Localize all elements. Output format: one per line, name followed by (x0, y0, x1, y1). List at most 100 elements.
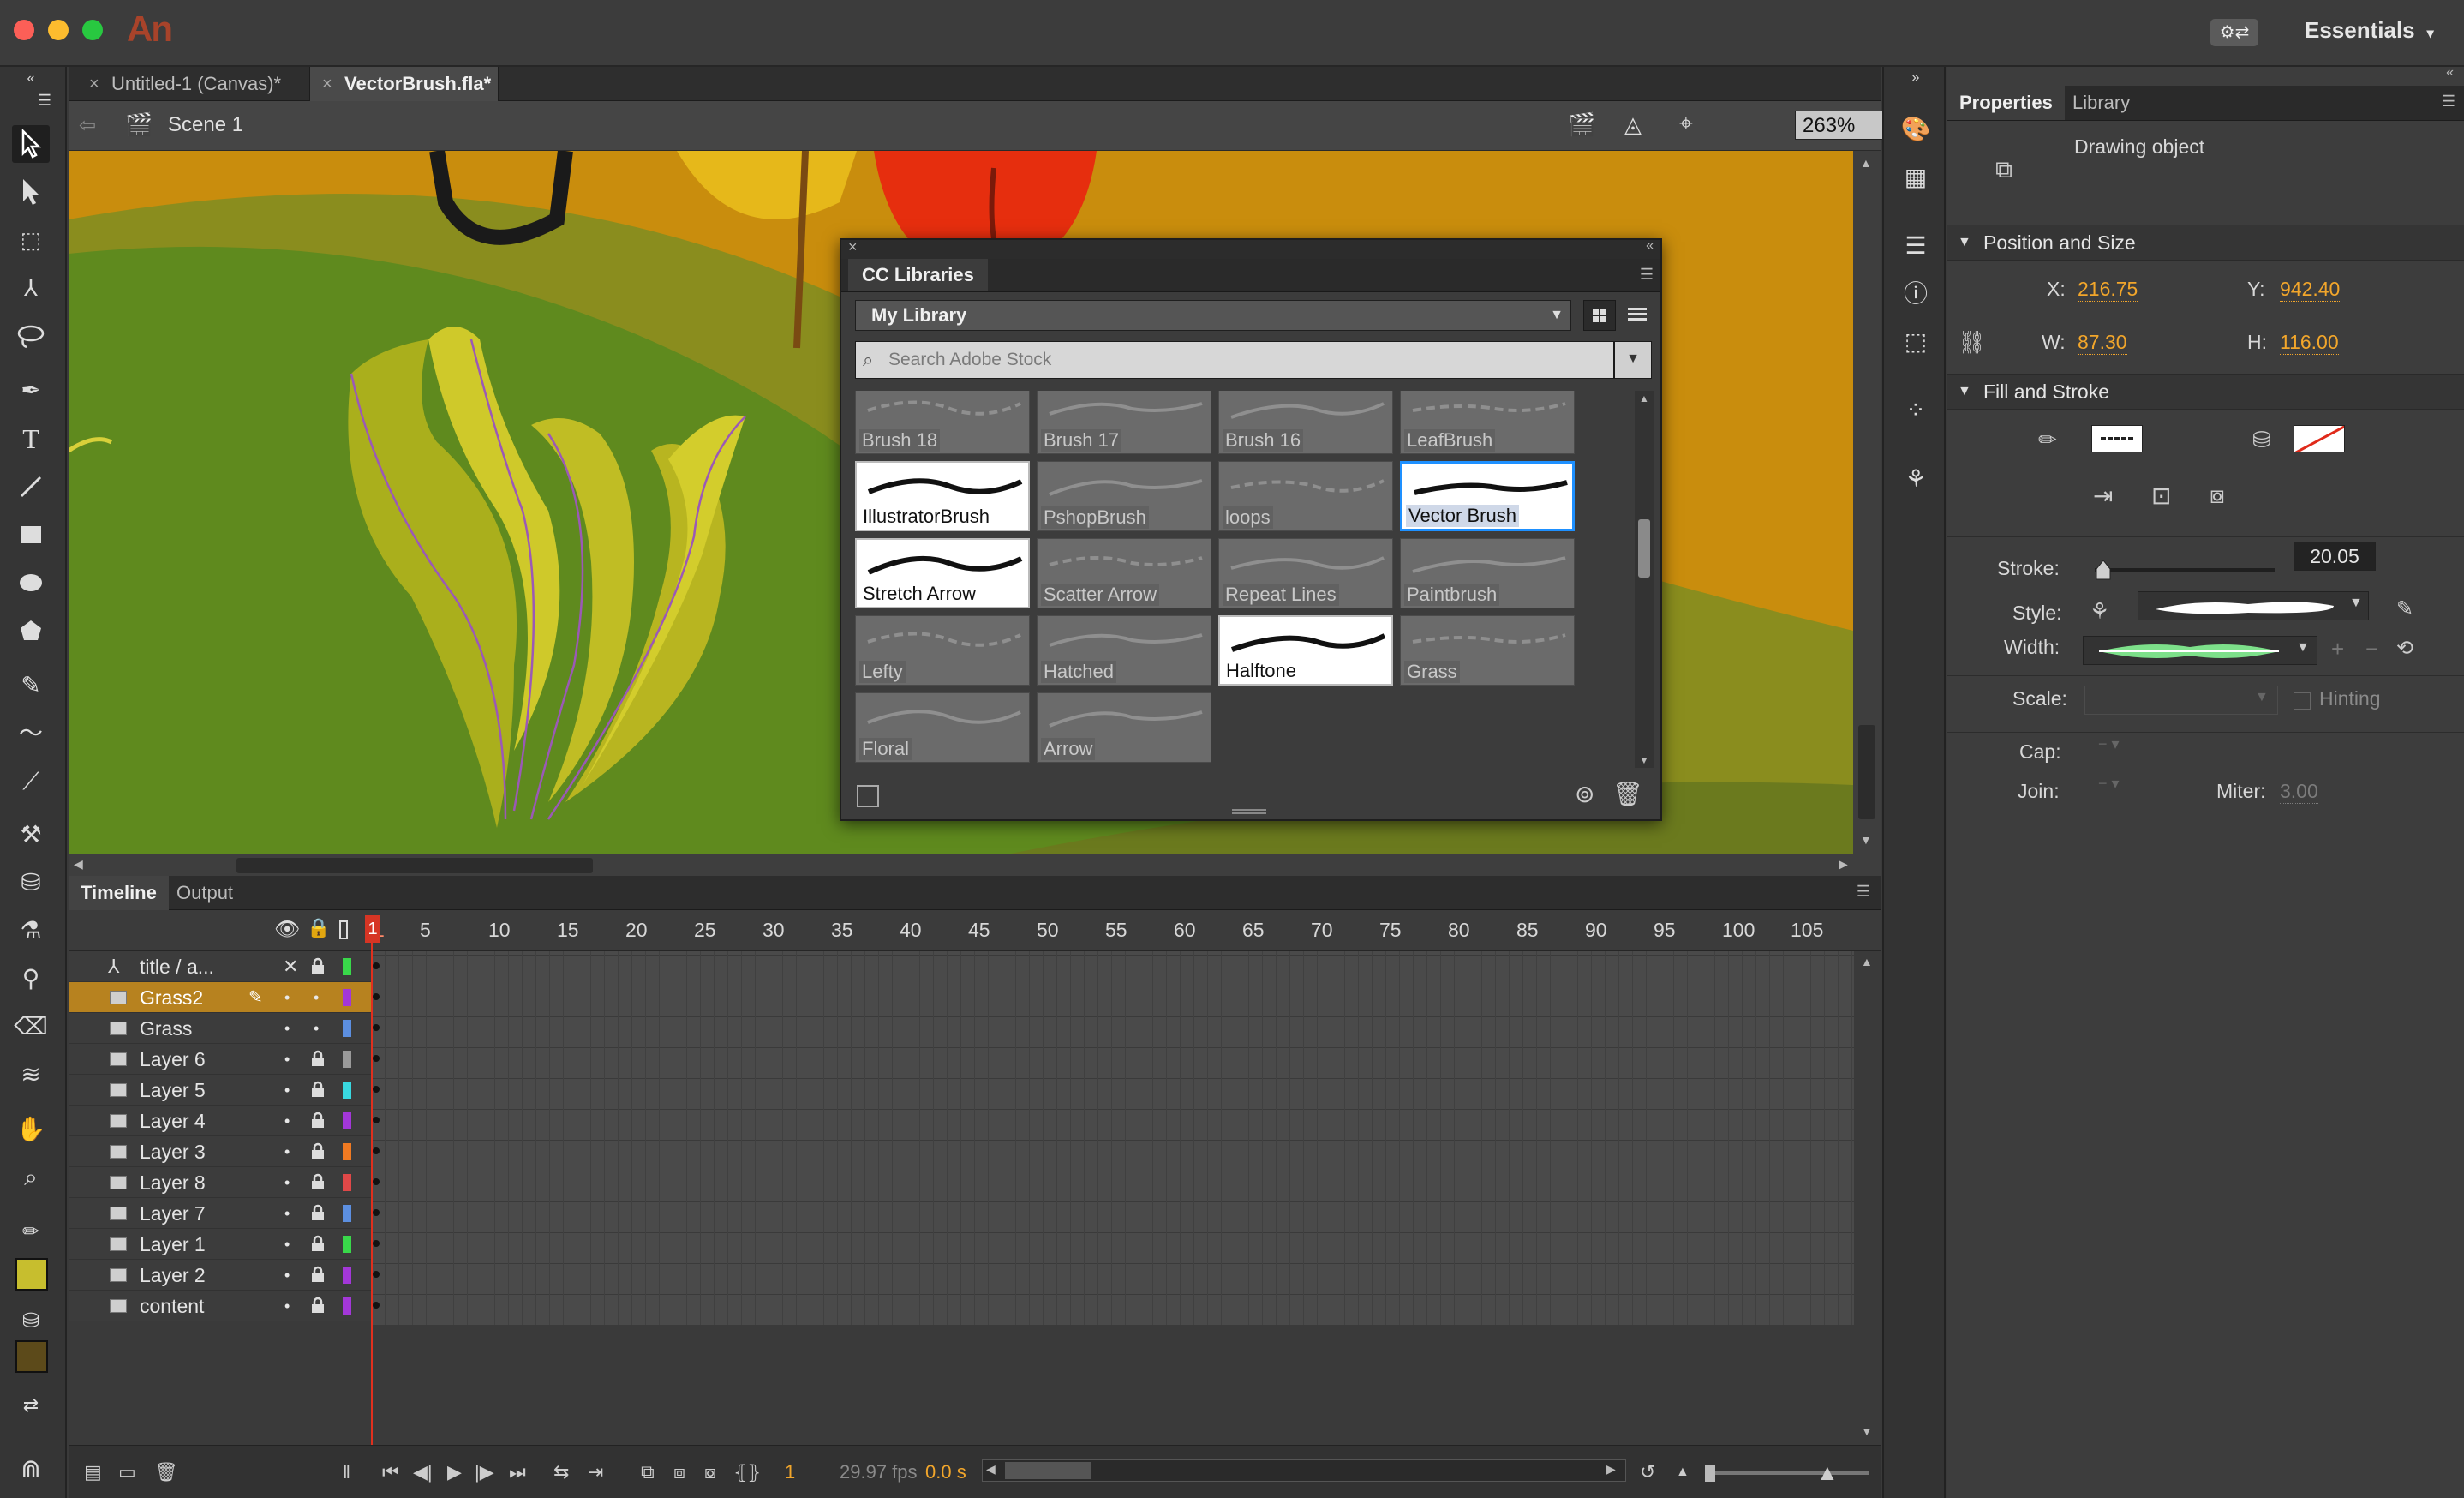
doc-tab-untitled[interactable]: × Untitled-1 (Canvas)* (77, 67, 310, 101)
new-folder-icon[interactable]: ▭ (118, 1461, 136, 1483)
snap-to-objects-icon[interactable]: ⋒ (12, 1450, 50, 1488)
lock-icon[interactable] (310, 1142, 326, 1159)
free-transform-tool-icon[interactable]: ⬚ (12, 221, 50, 259)
frame-number[interactable]: 35 (831, 919, 853, 942)
paint-brush-tool-icon[interactable]: 〜 (12, 715, 50, 752)
collapse-panel-icon[interactable]: « (2446, 65, 2454, 81)
frame-number[interactable]: 75 (1379, 919, 1402, 942)
text-tool-icon[interactable]: T (12, 420, 50, 458)
brush-thumbnail[interactable]: IllustratorBrush (855, 461, 1030, 531)
layer-row[interactable]: Layer 8 • (69, 1167, 372, 1198)
layer-row[interactable]: Layer 6 • (69, 1044, 372, 1075)
lock-icon[interactable] (310, 1297, 326, 1314)
lock-icon[interactable] (310, 1204, 326, 1221)
scroll-down-icon[interactable]: ▼ (1639, 754, 1649, 766)
workspace-switch-button[interactable]: ⚙⇄ (2210, 19, 2258, 46)
stroke-style-dropdown[interactable]: ▼ (2138, 591, 2369, 620)
fill-color-swatch[interactable] (15, 1340, 48, 1373)
modify-onion-markers-icon[interactable]: ⦃⦄ (733, 1461, 761, 1483)
lock-icon[interactable] (310, 1266, 326, 1283)
scroll-up-icon[interactable]: ▲ (1639, 392, 1649, 404)
lock-icon[interactable] (310, 1173, 326, 1190)
playhead-line[interactable] (371, 915, 373, 1452)
eraser-tool-icon[interactable]: ⌫ (12, 1008, 50, 1046)
components-panel-icon[interactable]: ⚘ (1899, 463, 1932, 495)
layer-outline-color[interactable] (343, 1174, 351, 1191)
reset-width-icon[interactable]: ⟲ (2396, 636, 2413, 661)
scroll-down-icon[interactable]: ▼ (1860, 833, 1872, 847)
swap-colors-icon[interactable]: ⇄ (12, 1387, 50, 1424)
go-to-last-frame-icon[interactable]: ⏭ (509, 1461, 526, 1483)
layer-row[interactable]: Layer 4 • (69, 1106, 372, 1136)
scroll-left-icon[interactable]: ◀ (74, 857, 83, 872)
layer-row[interactable]: Grass • • (69, 1013, 372, 1044)
zoom-tool-icon[interactable]: ⌕ (12, 1159, 50, 1196)
w-value[interactable]: 87.30 (2078, 331, 2127, 355)
frame-number[interactable]: 90 (1585, 919, 1607, 942)
scroll-right-icon[interactable]: ▶ (1606, 1462, 1616, 1477)
bind-width-icon[interactable]: ⊡ (2151, 482, 2171, 510)
join-dropdown[interactable]: − ▾ (2098, 775, 2120, 793)
lock-proportions-icon[interactable]: ⛓ (1958, 329, 1986, 356)
zoom-in-frames-icon[interactable]: ▲ (1816, 1459, 1839, 1486)
resize-grip[interactable] (1232, 809, 1266, 814)
y-value[interactable]: 942.40 (2280, 278, 2341, 302)
stroke-color-icon[interactable]: ✏ (12, 1213, 50, 1251)
panel-menu-icon[interactable]: ☰ (1857, 883, 1870, 901)
frame-zoom-slider[interactable] (1705, 1465, 1869, 1482)
frame-number[interactable]: 5 (420, 919, 431, 942)
pen-tool-icon[interactable]: ✒ (12, 372, 50, 410)
delete-layer-icon[interactable]: 🗑 (154, 1461, 178, 1483)
collapse-panel-icon[interactable]: « (12, 67, 50, 91)
minimize-window-button[interactable] (48, 20, 69, 40)
subselection-tool-icon[interactable] (12, 173, 50, 211)
layer-outline-color[interactable] (343, 1020, 351, 1037)
stroke-width-input[interactable]: 20.05 (2294, 542, 2376, 571)
frame-number[interactable]: 70 (1311, 919, 1333, 942)
swatches-panel-icon[interactable]: ▦ (1899, 161, 1932, 194)
layer-outline-color[interactable] (343, 1236, 351, 1253)
frame-number[interactable]: 45 (968, 919, 990, 942)
tab-timeline[interactable]: Timeline (69, 876, 169, 910)
frame-number[interactable]: 55 (1105, 919, 1127, 942)
visibility-dot[interactable]: • (284, 1136, 290, 1167)
cap-dropdown[interactable]: − ▾ (2098, 735, 2120, 753)
layer-row[interactable]: Grass2 ✎ • • (69, 982, 372, 1013)
keyframe[interactable] (373, 1178, 380, 1185)
brush-thumbnail[interactable]: Paintbrush (1400, 538, 1575, 608)
rewind-icon[interactable]: ↺ (1640, 1461, 1655, 1483)
motion-presets-icon[interactable]: ⁘ (1899, 394, 1932, 427)
visibility-dot[interactable]: • (284, 1229, 290, 1260)
frame-number[interactable]: 105 (1791, 919, 1823, 942)
brush-thumbnail[interactable]: Lefty (855, 615, 1030, 686)
slider-thumb[interactable] (1705, 1465, 1715, 1482)
play-icon[interactable]: ▶ (447, 1461, 462, 1483)
brush-thumbnail[interactable]: loops (1218, 461, 1393, 531)
selection-tool-icon[interactable] (12, 125, 50, 163)
layer-outline-color[interactable] (343, 1112, 351, 1129)
scroll-thumb[interactable] (1005, 1462, 1091, 1479)
visibility-dot[interactable]: • (284, 1291, 290, 1321)
frame-number[interactable]: 25 (694, 919, 716, 942)
frame-number[interactable]: 85 (1516, 919, 1539, 942)
workspace-dropdown[interactable]: Essentials ▾ (2305, 17, 2434, 44)
line-tool-icon[interactable] (12, 468, 50, 506)
zoom-out-frames-icon[interactable]: ▲ (1676, 1465, 1690, 1480)
keyframe[interactable] (373, 1271, 380, 1278)
close-window-button[interactable] (14, 20, 34, 40)
keyframe[interactable] (373, 1302, 380, 1309)
frame-number[interactable]: 10 (488, 919, 511, 942)
back-arrow-icon[interactable]: ⇦ (79, 113, 96, 138)
lock-icon[interactable] (310, 1050, 326, 1067)
stock-search-input[interactable]: ⌕ Search Adobe Stock (855, 341, 1614, 379)
eyedropper-tool-icon[interactable]: ⚲ (12, 960, 50, 998)
lock-icon[interactable] (310, 1235, 326, 1252)
keyframe[interactable] (373, 1055, 380, 1062)
brush-tool-icon[interactable]: ⟋ (12, 763, 50, 800)
brush-thumbnail[interactable]: Vector Brush (1400, 461, 1575, 531)
color-panel-icon[interactable]: 🎨 (1899, 113, 1932, 146)
lasso-tool-icon[interactable] (12, 317, 50, 355)
zoom-window-button[interactable] (82, 20, 103, 40)
frame-number[interactable]: 40 (900, 919, 922, 942)
panel-header[interactable]: × « (841, 238, 1660, 259)
